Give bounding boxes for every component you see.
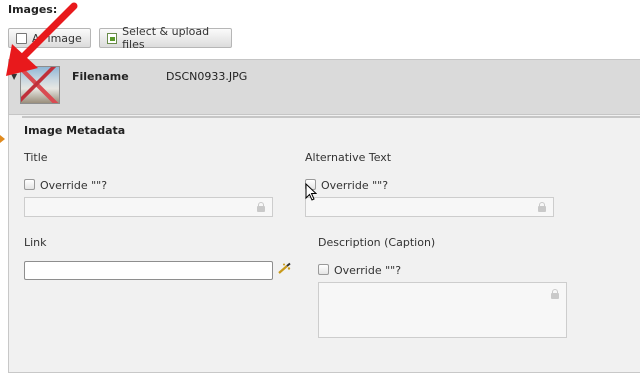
panel-divider [22,116,640,118]
select-upload-files-label: Select & upload files [122,25,210,51]
filename-value: DSCN0933.JPG [166,70,248,83]
link-label: Link [24,236,47,249]
description-override-checkbox[interactable] [318,264,329,275]
mouse-cursor-icon [305,183,317,201]
description-label: Description (Caption) [318,236,436,249]
annotation-arrow-icon [6,2,78,76]
title-override-label: Override ""? [40,179,108,192]
file-reference-header[interactable] [8,59,640,115]
alternative-text-input[interactable] [305,197,554,217]
description-override-label: Override ""? [334,264,402,277]
upload-file-icon [107,32,118,44]
lock-icon [551,289,559,299]
image-metadata-heading: Image Metadata [24,124,126,137]
title-override-checkbox[interactable] [24,179,35,190]
lock-icon [257,202,265,212]
alternative-text-override-label: Override ""? [321,179,389,192]
title-label: Title [24,151,48,164]
select-upload-files-button[interactable]: Select & upload files [99,25,232,51]
description-textarea[interactable] [318,282,567,338]
alternative-text-label: Alternative Text [305,151,392,164]
title-input[interactable] [24,197,273,217]
link-wizard-icon[interactable] [278,262,292,274]
filename-label: Filename [72,70,129,83]
lock-icon [538,202,546,212]
active-row-marker-icon [0,135,5,143]
link-input[interactable] [24,261,273,280]
